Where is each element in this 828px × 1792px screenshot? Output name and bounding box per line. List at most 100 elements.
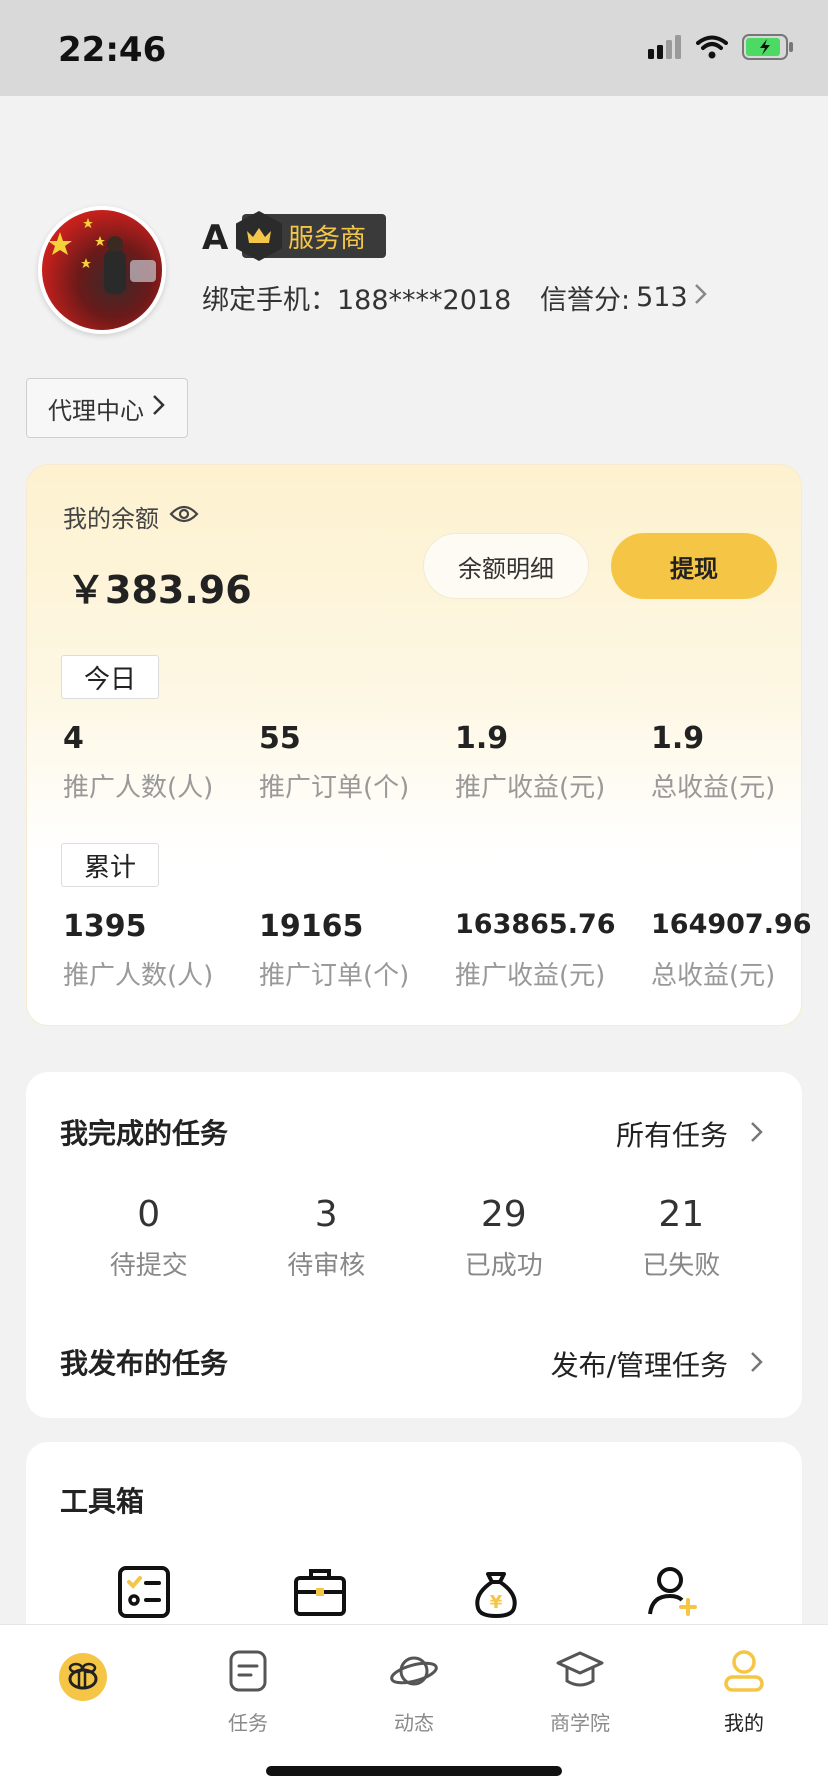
stat-label: 推广收益(元) xyxy=(455,773,606,803)
tab-mine[interactable]: 我的 xyxy=(684,1643,804,1736)
money-bag-icon: ¥ xyxy=(468,1564,524,1624)
add-user-icon xyxy=(644,1564,700,1624)
stat-item: 1395 推广人数(人) xyxy=(63,909,259,992)
publish-manage-tasks-link[interactable]: 发布/管理任务 xyxy=(551,1344,764,1384)
credit-score[interactable]: 信誉分: 513 xyxy=(540,278,708,317)
cellular-signal-icon xyxy=(648,35,682,63)
tab-label: 商学院 xyxy=(550,1711,610,1735)
stat-value: 163865.76 xyxy=(455,909,616,940)
battery-icon xyxy=(742,34,794,64)
tool-item[interactable] xyxy=(232,1564,408,1624)
toolbox-icons: ¥ xyxy=(26,1564,802,1624)
user-icon xyxy=(684,1643,804,1699)
task-count: 29 xyxy=(480,1194,527,1235)
task-count: 3 xyxy=(314,1194,338,1235)
tab-academy[interactable]: 商学院 xyxy=(520,1643,640,1736)
tab-label: 任务 xyxy=(228,1711,268,1735)
stat-label: 推广人数(人) xyxy=(63,773,214,803)
stat-item: 19165 推广订单(个) xyxy=(259,909,455,992)
toolbox-title: 工具箱 xyxy=(60,1485,145,1518)
balance-detail-button[interactable]: 余额明细 xyxy=(423,533,589,599)
withdraw-button[interactable]: 提现 xyxy=(611,533,777,599)
eye-icon[interactable] xyxy=(169,503,199,531)
status-icons xyxy=(648,34,794,64)
stat-item: 55 推广订单(个) xyxy=(259,721,455,804)
user-name: A xyxy=(202,218,229,258)
avatar[interactable] xyxy=(38,206,166,334)
balance-title: 我的余额 xyxy=(63,499,199,534)
publish-manage-label: 发布/管理任务 xyxy=(550,1349,728,1382)
chevron-right-icon xyxy=(694,282,708,313)
completed-task-stats: 0 待提交 3 待审核 29 已成功 21 已失败 xyxy=(60,1194,770,1282)
wifi-icon xyxy=(696,35,728,63)
balance-title-text: 我的余额 xyxy=(63,505,159,533)
today-stats: 4 推广人数(人) 55 推广订单(个) 1.9 推广收益(元) 1.9 总收益… xyxy=(63,721,783,804)
avatar-image xyxy=(48,218,156,294)
task-label: 待审核 xyxy=(287,1251,366,1281)
all-tasks-label: 所有任务 xyxy=(615,1119,728,1152)
bound-phone: 绑定手机：188****2018 xyxy=(202,278,511,317)
tool-item[interactable] xyxy=(56,1564,232,1624)
tab-home[interactable] xyxy=(23,1649,143,1705)
task-stat-failed[interactable]: 21 已失败 xyxy=(593,1194,771,1282)
task-label: 已失败 xyxy=(642,1251,721,1281)
today-tag: 今日 xyxy=(61,655,159,699)
stat-item: 4 推广人数(人) xyxy=(63,721,259,804)
stat-item: 163865.76 推广收益(元) xyxy=(455,909,651,992)
stat-value: 1395 xyxy=(63,909,147,944)
task-count: 21 xyxy=(658,1194,705,1235)
stat-value: 1.9 xyxy=(455,721,509,756)
status-bar: 22:46 xyxy=(0,0,828,96)
phone-label: 绑定手机： xyxy=(202,285,337,316)
home-indicator xyxy=(266,1766,562,1776)
stat-value: 4 xyxy=(63,721,84,756)
tab-moments[interactable]: 动态 xyxy=(354,1643,474,1736)
tab-label: 动态 xyxy=(394,1711,434,1735)
task-count: 0 xyxy=(137,1194,161,1235)
task-label: 已成功 xyxy=(464,1251,543,1281)
task-stat-pending-review[interactable]: 3 待审核 xyxy=(238,1194,416,1282)
task-stat-succeeded[interactable]: 29 已成功 xyxy=(415,1194,593,1282)
credit-label: 信誉分: xyxy=(540,285,631,316)
stat-item: 1.9 推广收益(元) xyxy=(455,721,651,804)
planet-icon xyxy=(354,1643,474,1699)
status-time: 22:46 xyxy=(58,30,167,70)
published-tasks-title: 我发布的任务 xyxy=(60,1347,229,1380)
agent-center-button[interactable]: 代理中心 xyxy=(26,378,188,438)
tab-tasks[interactable]: 任务 xyxy=(188,1643,308,1736)
agent-center-label: 代理中心 xyxy=(48,396,144,425)
credit-value: 513 xyxy=(636,282,688,313)
stat-label: 推广订单(个) xyxy=(259,961,410,991)
stat-value: 1.9 xyxy=(651,721,705,756)
graduation-cap-icon xyxy=(520,1643,640,1699)
phone-value: 188****2018 xyxy=(337,285,512,316)
balance-card: 我的余额 ￥383.96 余额明细 提现 今日 4 推广人数(人) 55 推广订… xyxy=(26,464,812,1026)
svg-text:¥: ¥ xyxy=(490,1592,503,1613)
chevron-right-icon xyxy=(152,394,166,422)
task-stat-pending-submit[interactable]: 0 待提交 xyxy=(60,1194,238,1282)
tasks-card: 我完成的任务 所有任务 0 待提交 3 待审核 29 已成功 21 已失败 我发… xyxy=(26,1072,802,1418)
checklist-icon xyxy=(116,1564,172,1624)
all-tasks-link[interactable]: 所有任务 xyxy=(616,1114,764,1154)
chevron-right-icon xyxy=(750,1118,764,1151)
tab-label: 我的 xyxy=(724,1711,764,1735)
bee-icon xyxy=(23,1649,143,1705)
task-label: 待提交 xyxy=(109,1251,188,1281)
tool-item[interactable] xyxy=(584,1564,760,1624)
stat-item: 1.9 总收益(元) xyxy=(651,721,783,804)
balance-amount: ￥383.96 xyxy=(67,568,252,612)
cumulative-tag: 累计 xyxy=(61,843,159,887)
badge-label: 服务商 xyxy=(288,223,367,254)
stat-value: 19165 xyxy=(259,909,364,944)
stat-label: 总收益(元) xyxy=(651,773,776,803)
tool-item[interactable]: ¥ xyxy=(408,1564,584,1624)
stat-label: 推广人数(人) xyxy=(63,961,214,991)
stat-value: 164907.96 xyxy=(651,909,812,940)
stat-label: 总收益(元) xyxy=(651,961,776,991)
chevron-right-icon xyxy=(750,1348,764,1381)
stat-value: 55 xyxy=(259,721,301,756)
crown-icon xyxy=(236,211,282,261)
service-provider-badge: 服务商 xyxy=(236,211,386,261)
stat-label: 推广订单(个) xyxy=(259,773,410,803)
task-icon xyxy=(188,1643,308,1699)
